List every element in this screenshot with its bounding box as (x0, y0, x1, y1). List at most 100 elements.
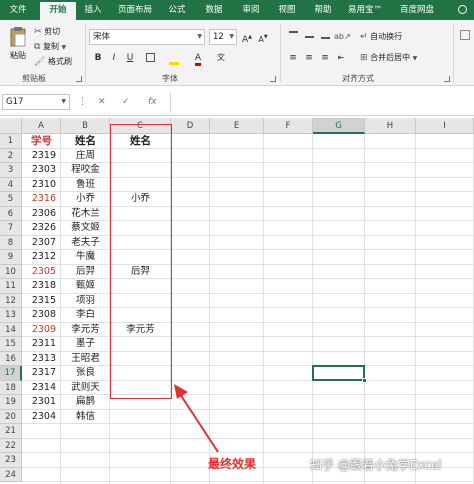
fill-color-button[interactable] (166, 51, 182, 65)
ribbon-tab[interactable]: 视图 (270, 0, 304, 20)
cell-name[interactable]: 项羽 (61, 294, 110, 309)
cell-name[interactable]: 小乔 (61, 192, 110, 207)
cell-name[interactable]: 老夫子 (61, 236, 110, 251)
cell-name[interactable]: 鲁班 (61, 178, 110, 193)
insert-function-button[interactable]: fx (148, 94, 157, 110)
cell-student-id[interactable]: 2305 (22, 265, 61, 280)
row-header[interactable]: 19 (0, 395, 22, 410)
column-header[interactable]: B (61, 118, 110, 134)
cell-name[interactable]: 蔡文姬 (61, 221, 110, 236)
cell-student-id[interactable]: 2307 (22, 236, 61, 251)
paste-button[interactable]: 粘贴 (6, 26, 30, 61)
cell-student-id[interactable]: 2313 (22, 352, 61, 367)
cut-button[interactable]: ✂ 剪切 (34, 26, 60, 37)
decrease-font-button[interactable]: A▼ (256, 30, 270, 44)
formula-input[interactable] (170, 92, 474, 112)
row-header[interactable]: 6 (0, 206, 22, 221)
phonetic-button[interactable]: 文 (214, 51, 228, 65)
align-left-button[interactable]: ≡ (286, 51, 300, 65)
merge-center-button[interactable]: ⊞ 合并后居中 ▼ (360, 52, 417, 63)
align-middle-button[interactable] (302, 30, 316, 44)
cell-student-id[interactable]: 2306 (22, 207, 61, 222)
row-header[interactable]: 16 (0, 351, 22, 366)
cell-name[interactable]: 牛魔 (61, 250, 110, 265)
increase-font-button[interactable]: A▲ (240, 30, 254, 45)
column-header[interactable]: E (210, 118, 264, 134)
row-header[interactable]: 11 (0, 279, 22, 294)
active-cell[interactable] (312, 365, 367, 383)
orientation-button[interactable]: ab↗ (334, 30, 351, 44)
cell-name[interactable]: 墨子 (61, 337, 110, 352)
font-launcher[interactable] (270, 76, 276, 82)
name-box[interactable]: G17 ▼ (2, 94, 70, 110)
cell-student-id[interactable]: 2312 (22, 250, 61, 265)
row-header[interactable]: 23 (0, 453, 22, 468)
cell-name[interactable]: 庄周 (61, 149, 110, 164)
row-header[interactable]: 4 (0, 177, 22, 192)
ribbon-tab[interactable]: 文件 (0, 0, 36, 20)
copy-button[interactable]: ⧉ 复制 ▼ (34, 41, 66, 52)
confirm-icon[interactable]: ✓ (122, 94, 130, 110)
ribbon-tab[interactable]: 百度网盘 (390, 0, 444, 20)
align-top-button[interactable] (286, 30, 300, 44)
row-header[interactable]: 14 (0, 322, 22, 337)
font-color-button[interactable]: A (190, 51, 206, 66)
cell-name[interactable]: 甄姬 (61, 279, 110, 294)
row-header[interactable]: 10 (0, 264, 22, 279)
font-size-select[interactable]: 12 ▼ (209, 29, 237, 45)
row-header[interactable]: 8 (0, 235, 22, 250)
column-header[interactable]: I (416, 118, 474, 134)
row-header[interactable]: 1 (0, 134, 22, 149)
cell-name[interactable]: 后羿 (61, 265, 110, 280)
ribbon-tab[interactable]: 审阅 (234, 0, 268, 20)
cell-student-id[interactable]: 2319 (22, 149, 61, 164)
ribbon-tab[interactable]: 数据 (197, 0, 231, 20)
row-header[interactable]: 15 (0, 337, 22, 352)
align-center-button[interactable]: ≡ (302, 51, 316, 65)
cell-name[interactable]: 王昭君 (61, 352, 110, 367)
select-all-corner[interactable] (0, 118, 22, 134)
column-header[interactable]: A (22, 118, 61, 134)
fill-handle[interactable] (362, 377, 367, 383)
cell-name[interactable]: 程咬金 (61, 163, 110, 178)
cell-student-id[interactable]: 2309 (22, 323, 61, 338)
row-header[interactable]: 5 (0, 192, 22, 207)
cell-student-id[interactable]: 2304 (22, 410, 61, 425)
cancel-icon[interactable]: ✕ (98, 94, 106, 110)
underline-button[interactable]: U (124, 51, 136, 65)
cell-name[interactable]: 花木兰 (61, 207, 110, 222)
row-header[interactable]: 22 (0, 438, 22, 453)
worksheet-grid[interactable]: A B C D E F G H I 1 2 3 4 5 6 7 8 9 10 11 12 13 14 15 16 17 18 19 20… (0, 118, 474, 484)
column-header[interactable]: G (313, 118, 365, 134)
decrease-indent-button[interactable]: ⇤ (334, 51, 348, 65)
row-header[interactable]: 12 (0, 293, 22, 308)
row-header[interactable]: 13 (0, 308, 22, 323)
account-icon[interactable] (452, 0, 472, 20)
row-header[interactable]: 9 (0, 250, 22, 265)
cell-student-id[interactable]: 2310 (22, 178, 61, 193)
format-painter-button[interactable]: 🖌 格式刷 (34, 56, 72, 67)
column-header[interactable]: D (171, 118, 210, 134)
row-header[interactable]: 17 (0, 366, 22, 381)
cell-student-id[interactable]: 2311 (22, 337, 61, 352)
cell-student-id[interactable]: 2308 (22, 308, 61, 323)
border-button[interactable] (142, 51, 158, 65)
cell-name[interactable]: 李元芳 (61, 323, 110, 338)
ribbon-tab[interactable]: 开始 (40, 2, 76, 20)
cell-student-id[interactable]: 2314 (22, 381, 61, 396)
row-header[interactable]: 18 (0, 380, 22, 395)
ribbon-tab[interactable]: 帮助 (306, 0, 340, 20)
column-header[interactable]: F (264, 118, 313, 134)
cell-student-id[interactable]: 2318 (22, 279, 61, 294)
align-bottom-button[interactable] (318, 30, 332, 44)
row-header[interactable]: 3 (0, 163, 22, 178)
cell-student-id[interactable]: 2315 (22, 294, 61, 309)
cell-name-header[interactable]: 姓名 (61, 134, 110, 149)
cell-student-id[interactable]: 2317 (22, 366, 61, 381)
row-header[interactable]: 21 (0, 424, 22, 439)
cell-student-id[interactable]: 2303 (22, 163, 61, 178)
cell-name[interactable]: 李白 (61, 308, 110, 323)
wrap-text-button[interactable]: ↵ 自动换行 (360, 31, 402, 42)
italic-button[interactable]: I (108, 51, 120, 65)
cell-student-id[interactable]: 2326 (22, 221, 61, 236)
